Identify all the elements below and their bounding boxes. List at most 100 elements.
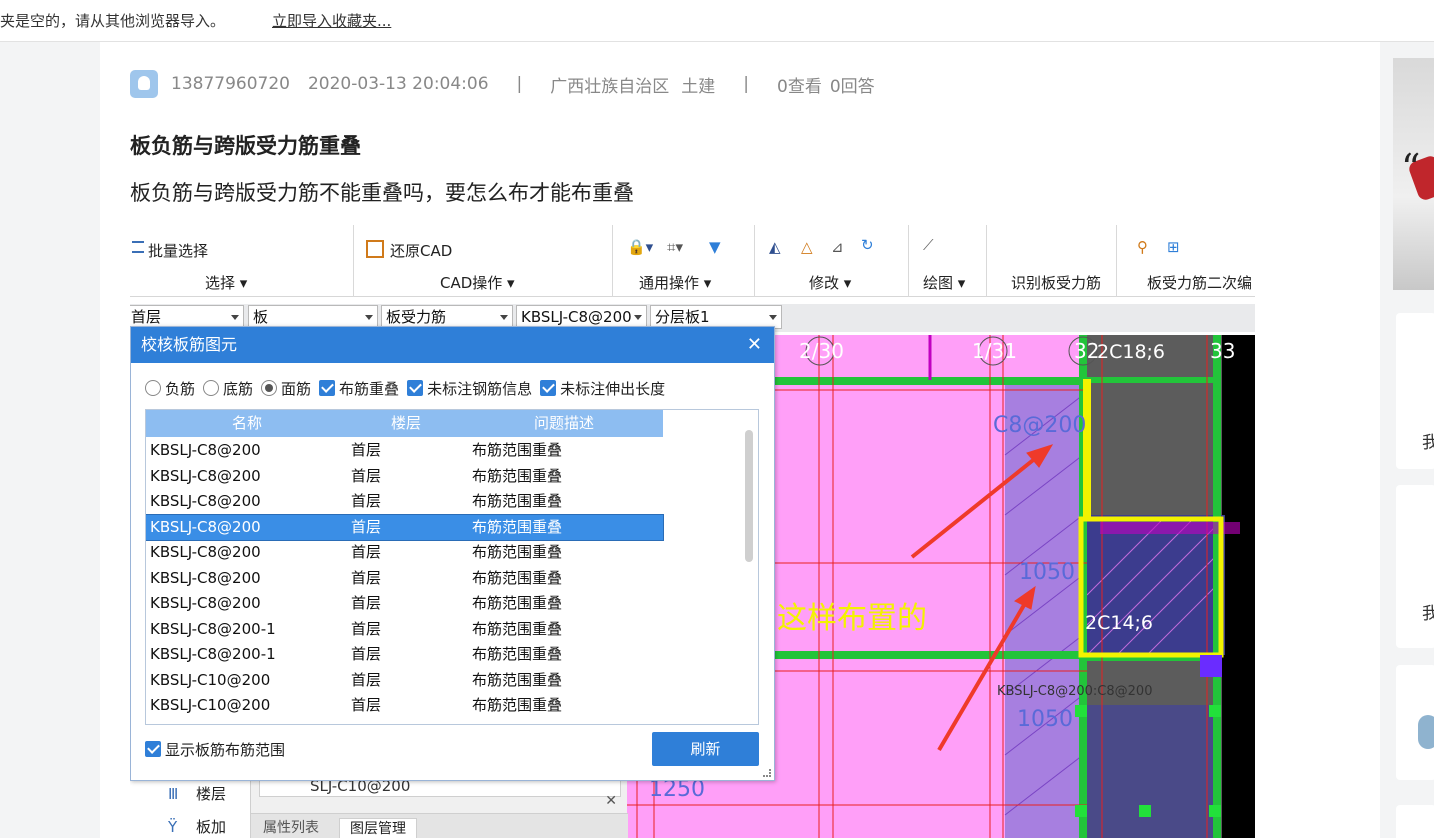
cell-name: KBSLJ-C10@200 [150, 670, 271, 689]
cad-group-label[interactable]: CAD操作 ▾ [440, 272, 515, 293]
search-icon[interactable]: ⚲ [1137, 238, 1148, 256]
cad-rebar-label: KBSLJ-C8@200:C8@200 [997, 684, 1153, 699]
unlabeled-checkbox[interactable] [407, 380, 424, 396]
cell-name: KBSLJ-C8@200 [150, 492, 261, 510]
cell-issue: 布筋范围重叠 [472, 696, 563, 714]
align-icon[interactable]: △ [801, 238, 813, 256]
cell-floor: 首层 [351, 543, 382, 561]
close-icon[interactable]: ✕ [747, 327, 762, 363]
sidebar-card[interactable] [1396, 805, 1434, 838]
sidebar-card[interactable] [1396, 665, 1434, 780]
avatar[interactable] [130, 70, 158, 98]
neg-rebar-radio[interactable] [145, 380, 161, 396]
batch-select-button[interactable]: 批量选择 [148, 240, 208, 261]
overlap-label: 布筋重叠 [339, 379, 400, 398]
cell-name: KBSLJ-C8@200 [150, 594, 261, 612]
restore-cad-button[interactable]: 还原CAD [390, 240, 452, 261]
show-range-checkbox[interactable] [145, 741, 161, 757]
tab-properties[interactable]: 属性列表 [253, 818, 329, 838]
post-category: 土建 [681, 76, 716, 97]
bottom-rebar-radio[interactable] [203, 380, 220, 396]
post-views: 0查看 [777, 76, 822, 97]
table-row[interactable]: KBSLJ-C8@200 首层 布筋范围重叠 [146, 489, 663, 515]
face-rebar-radio[interactable] [261, 380, 278, 396]
floor-select-value: 首层 [131, 308, 162, 326]
table-row[interactable]: KBSLJ-C8@200 首层 布筋范围重叠 [146, 566, 663, 592]
lock-icon[interactable]: 🔒▾ [627, 238, 653, 256]
nav-board[interactable]: 板加 [196, 816, 226, 837]
table-row[interactable]: KBSLJ-C10@200 首层 布筋范围重叠 [146, 668, 663, 694]
dialog-title: 校核板筋图元 [131, 327, 774, 363]
cell-issue: 布筋范围重叠 [472, 441, 563, 459]
cell-name: KBSLJ-C8@200-1 [150, 645, 276, 663]
post-user[interactable]: 13877960720 [171, 74, 290, 94]
common-group: 🔒▾ ⌗▾ ▼ 通用操作 ▾ [613, 225, 755, 297]
secondary-edit-label[interactable]: 板受力筋二次编 [1147, 272, 1252, 293]
table-row[interactable]: KBSLJ-C8@200-1 首层 布筋范围重叠 [146, 617, 663, 643]
unlabeled-ext-checkbox[interactable] [540, 380, 557, 396]
resize-grip-icon[interactable] [763, 769, 771, 777]
sidebar-card[interactable]: 我 [1396, 313, 1434, 469]
unlabeled-ext-label: 未标注伸出长度 [560, 379, 666, 398]
ribbon-toolbar: 批量选择 选择 ▾ 还原CAD CAD操作 ▾ 🔒▾ ⌗▾ ▼ 通用操作 ▾ ◭… [130, 225, 1255, 297]
refresh-button[interactable]: 刷新 [652, 732, 759, 766]
cad-axis-label: 2/30 [799, 339, 844, 363]
post-title: 板负筋与跨版受力筋重叠 [130, 134, 361, 158]
rotate-icon[interactable]: ↻ [861, 236, 874, 254]
select-group: 批量选择 选择 ▾ [130, 225, 354, 297]
table-row[interactable]: KBSLJ-C8@200 首层 布筋范围重叠 [146, 464, 663, 490]
draw-group: ⟋ 绘图 ▾ [909, 225, 987, 297]
show-range-option: 显示板筋布筋范围 [145, 738, 285, 760]
close-icon[interactable]: ✕ [605, 793, 617, 809]
column-header-name[interactable]: 名称 [232, 410, 262, 437]
meta-separator: | [516, 74, 523, 94]
nav-floor[interactable]: 楼层 [196, 783, 226, 804]
post-meta: 13877960720 2020-03-13 20:04:06 | 广西壮族自治… [130, 70, 893, 98]
table-row[interactable]: KBSLJ-C8@200 首层 布筋范围重叠 [146, 540, 663, 566]
cell-issue: 布筋范围重叠 [472, 517, 563, 536]
column-header-floor[interactable]: 楼层 [391, 410, 421, 437]
table-header: 名称 楼层 问题描述 [146, 410, 663, 437]
filter-icon[interactable]: ▼ [709, 238, 721, 256]
cad-annotation: 这样布置的 [777, 601, 927, 636]
import-favorites-link[interactable]: 立即导入收藏夹... [272, 10, 391, 31]
sidebar-card-text: 我 [1422, 433, 1434, 453]
table-row[interactable]: KBSLJ-C8@200 首层 布筋范围重叠 [146, 591, 663, 617]
recognize-button[interactable]: 识别板受力筋 [1011, 272, 1101, 293]
batch-select-icon [132, 241, 144, 253]
cell-floor: 首层 [351, 517, 382, 536]
overlap-checkbox[interactable] [319, 380, 336, 396]
cell-issue: 布筋范围重叠 [472, 466, 563, 485]
post-region: 广西壮族自治区 [550, 76, 670, 97]
panel-tabs: 属性列表 图层管理 [251, 813, 628, 838]
add-icon[interactable]: ⊞ [1167, 238, 1180, 256]
ad-banner[interactable]: “ [1393, 58, 1434, 290]
cell-floor: 首层 [351, 594, 382, 612]
table-row[interactable]: KBSLJ-C10@200 首层 布筋范围重叠 [146, 693, 663, 719]
post-answers: 0回答 [829, 76, 875, 97]
modify-group-label[interactable]: 修改 ▾ [809, 272, 851, 293]
draw-group-label[interactable]: 绘图 ▾ [923, 272, 965, 293]
table-scrollbar[interactable] [745, 430, 753, 562]
cad-group: 还原CAD CAD操作 ▾ [354, 225, 613, 297]
favorites-empty-message: 夹是空的，请从其他浏览器导入。 [0, 12, 226, 30]
common-group-label[interactable]: 通用操作 ▾ [639, 272, 711, 293]
polyline-icon[interactable]: ⟋ [923, 236, 934, 254]
dialog-options: 负筋 底筋 面筋 布筋重叠 未标注钢筋信息 未标注伸出长度 [145, 377, 673, 399]
stretch-icon[interactable]: ⊿ [831, 238, 844, 256]
board-icon: Ϋ [168, 818, 178, 836]
cell-floor: 首层 [351, 645, 382, 663]
properties-panel: SLJ-C10@200 ✕ 属性列表 图层管理 [250, 773, 628, 838]
tab-layers[interactable]: 图层管理 [339, 818, 417, 838]
check-rebar-dialog: 校核板筋图元 ✕ 负筋 底筋 面筋 布筋重叠 未标注钢筋信息 未标注伸出长度 名… [130, 326, 775, 781]
table-row[interactable]: KBSLJ-C8@200-1 首层 布筋范围重叠 [146, 642, 663, 668]
table-row[interactable]: KBSLJ-C8@200 首层 布筋范围重叠 [146, 438, 663, 464]
table-row[interactable]: KBSLJ-C8@200 首层 布筋范围重叠 [146, 513, 664, 541]
mirror-icon[interactable]: ◭ [769, 238, 781, 256]
sidebar-card[interactable]: 我 [1396, 485, 1434, 648]
column-header-desc[interactable]: 问题描述 [534, 410, 594, 437]
cell-floor: 首层 [351, 619, 382, 638]
select-group-label[interactable]: 选择 ▾ [205, 272, 247, 293]
grid-icon[interactable]: ⌗▾ [667, 238, 683, 256]
post-body: 板负筋与跨版受力筋不能重叠吗，要怎么布才能布重叠 [130, 181, 634, 205]
